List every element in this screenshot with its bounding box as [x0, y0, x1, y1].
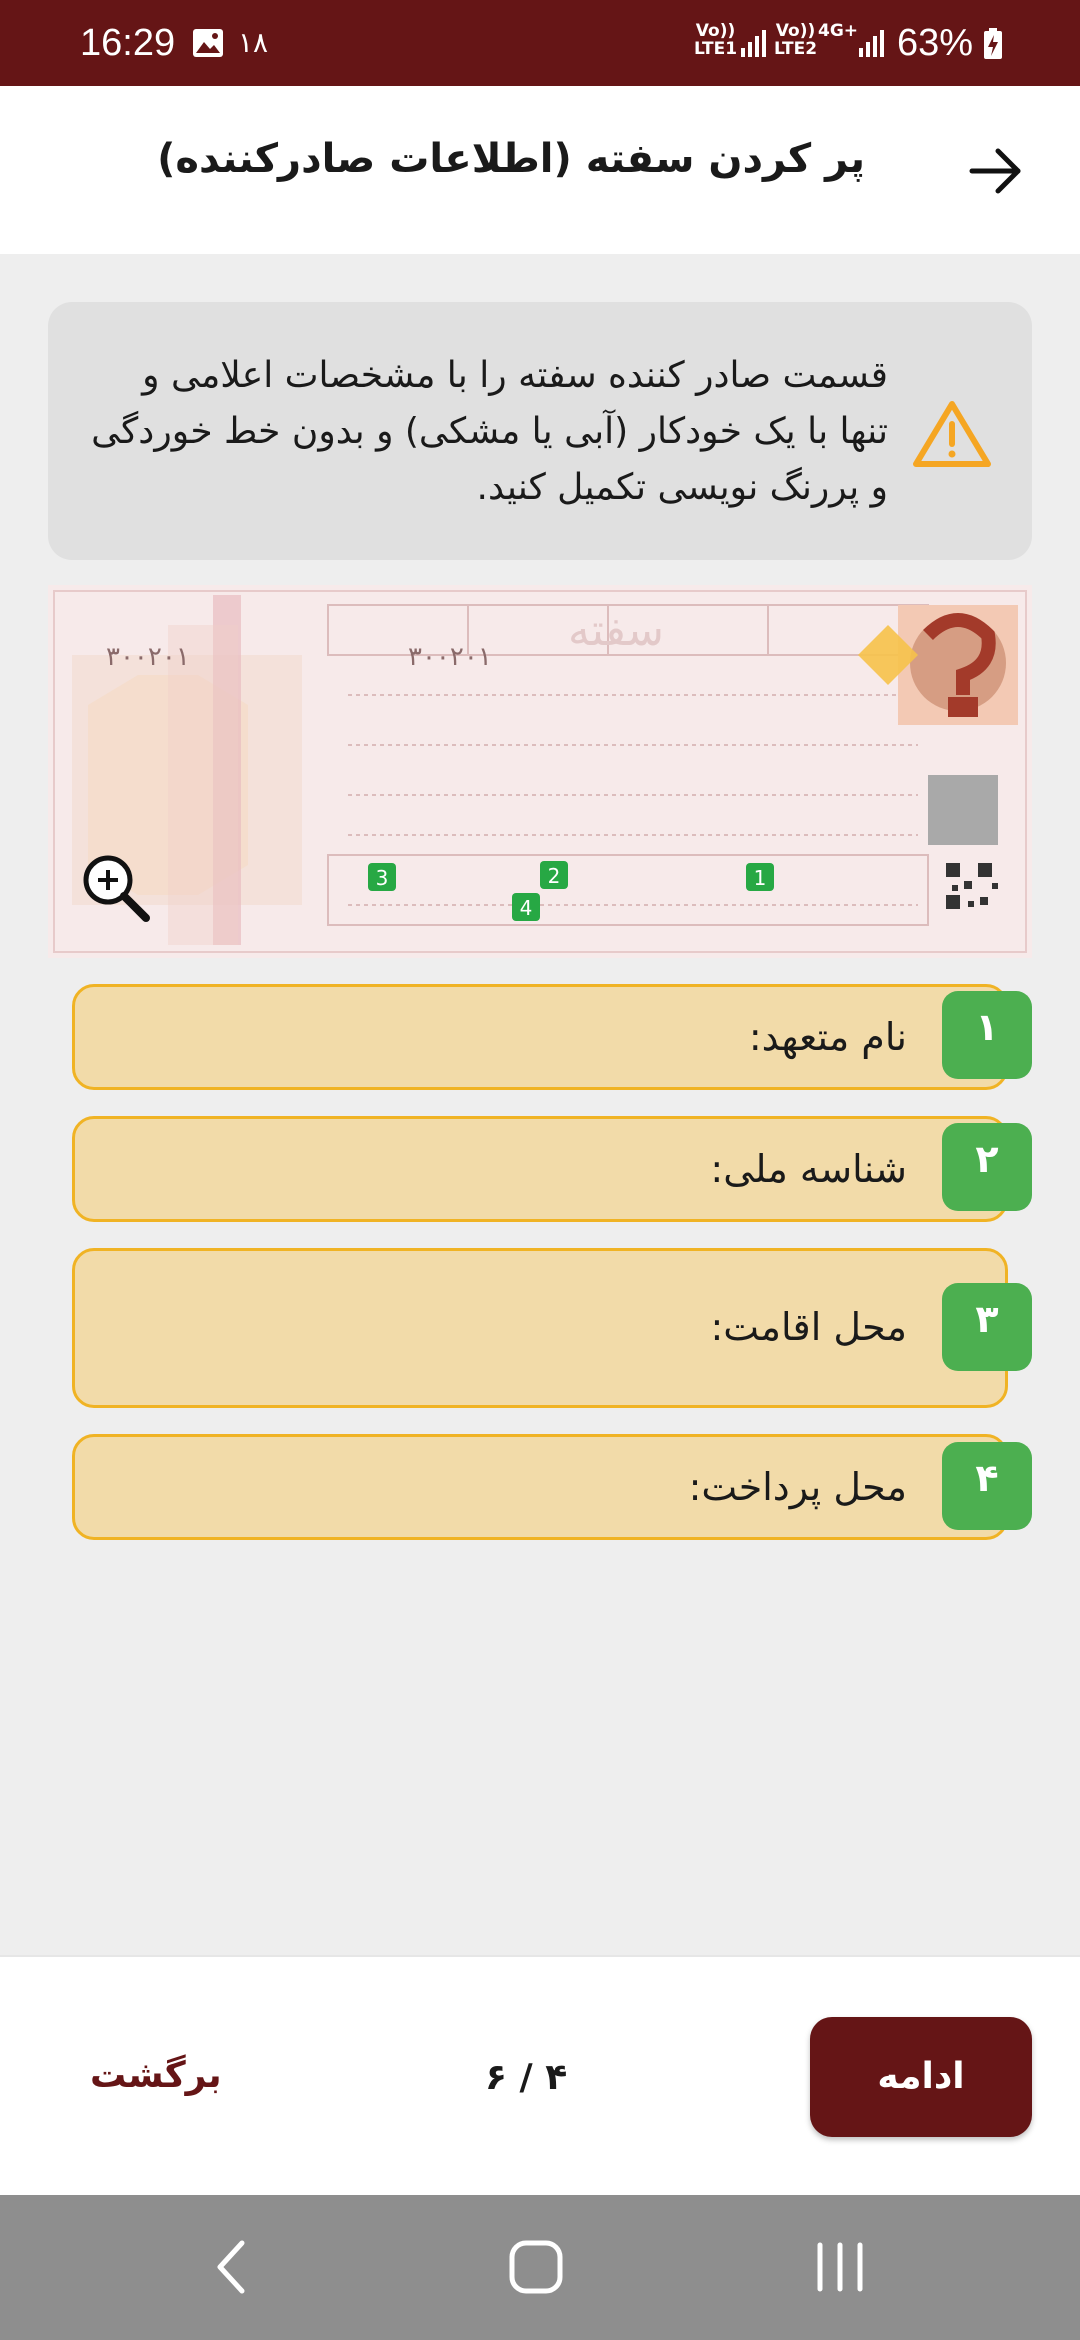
- signal-sim1-icon: [741, 30, 766, 57]
- promissory-note-drawing: سفته ۳۰۰۲۰۱ ۳۰۰۲۰۱ 1 2 3 4: [48, 585, 1032, 958]
- gallery-notification-icon: [193, 29, 223, 57]
- promissory-note-image[interactable]: سفته ۳۰۰۲۰۱ ۳۰۰۲۰۱ 1 2 3 4: [48, 585, 1032, 958]
- field-number-badge: ۱: [942, 991, 1032, 1079]
- status-time: 16:29: [80, 22, 176, 64]
- warning-box: قسمت صادر کننده سفته را با مشخصات اعلامی…: [48, 302, 1032, 560]
- svg-text:1: 1: [754, 866, 767, 890]
- warning-text: قسمت صادر کننده سفته را با مشخصات اعلامی…: [91, 355, 888, 508]
- field-label: محل پرداخت:: [688, 1465, 907, 1509]
- sim1-label: Vo)) LTE1: [694, 21, 738, 59]
- marker-2: 2: [540, 861, 568, 889]
- arrow-right-icon[interactable]: [966, 141, 1026, 201]
- field-label: محل اقامت:: [710, 1305, 907, 1349]
- field-payment-place[interactable]: محل پرداخت:: [72, 1434, 1008, 1540]
- nav-back-icon[interactable]: [214, 2237, 250, 2297]
- marker-1: 1: [746, 863, 774, 891]
- status-bar: 16:29 ۱۸ Vo)) LTE1 Vo)) LTE2 4G+ 63%: [0, 0, 1080, 86]
- signal-sim2-icon: [859, 30, 884, 57]
- battery-percent: 63%: [897, 22, 974, 64]
- back-button[interactable]: برگشت: [90, 2055, 222, 2096]
- svg-text:4: 4: [520, 896, 533, 920]
- notification-count: ۱۸: [238, 26, 269, 59]
- page-title: پر کردن سفته (اطلاعات صادرکننده): [157, 136, 865, 182]
- sim2-label: Vo)) LTE2: [774, 21, 818, 59]
- footer-bar: ادامه ۴ / ۶ برگشت: [0, 1955, 1080, 2195]
- field-residence[interactable]: محل اقامت:: [72, 1248, 1008, 1408]
- warning-triangle-icon: [913, 401, 991, 467]
- nav-home-icon[interactable]: [508, 2237, 564, 2297]
- app-bar: پر کردن سفته (اطلاعات صادرکننده): [0, 86, 1080, 254]
- field-obligor-name[interactable]: نام متعهد:: [72, 984, 1008, 1090]
- serial-number: ۳۰۰۲۰۱: [408, 642, 492, 672]
- battery-charging-icon: [984, 28, 1002, 59]
- svg-text:سفته: سفته: [568, 605, 664, 656]
- field-number-badge: ۴: [942, 1442, 1032, 1530]
- svg-text:2: 2: [548, 864, 561, 888]
- field-national-id[interactable]: شناسه ملی:: [72, 1116, 1008, 1222]
- field-label: نام متعهد:: [748, 1015, 907, 1059]
- field-number-badge: ۲: [942, 1123, 1032, 1211]
- nav-recents-icon[interactable]: [812, 2237, 868, 2297]
- marker-3: 3: [368, 863, 396, 891]
- continue-button[interactable]: ادامه: [810, 2017, 1032, 2137]
- page-indicator: ۴ / ۶: [485, 2057, 568, 2098]
- field-number-badge: ۳: [942, 1283, 1032, 1371]
- system-nav-bar: [0, 2195, 1080, 2340]
- network-type: 4G+: [818, 21, 859, 41]
- svg-text:3: 3: [376, 866, 389, 890]
- field-label: شناسه ملی:: [710, 1147, 907, 1191]
- marker-4: 4: [512, 893, 540, 921]
- serial-number-stub: ۳۰۰۲۰۱: [106, 642, 190, 672]
